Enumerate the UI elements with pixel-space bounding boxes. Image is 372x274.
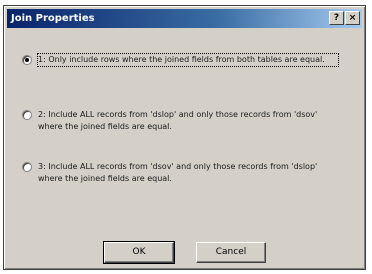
ok-button[interactable]: OK — [103, 241, 175, 264]
title-bar[interactable]: Join Properties ? × — [7, 9, 362, 28]
join-option-2[interactable]: 2: Include ALL records from 'dslop' and … — [22, 109, 352, 133]
cancel-button[interactable]: Cancel — [196, 242, 266, 263]
join-option-2-label[interactable]: 2: Include ALL records from 'dslop' and … — [38, 109, 338, 133]
radio-button-option-1[interactable] — [22, 55, 32, 65]
radio-button-option-3[interactable] — [22, 162, 32, 172]
radio-button-option-2[interactable] — [22, 110, 32, 120]
join-properties-dialog: Join Properties ? × 1: Only include rows… — [3, 5, 366, 270]
help-button[interactable]: ? — [329, 11, 344, 25]
close-button[interactable]: × — [345, 11, 360, 25]
title-bar-buttons: ? × — [329, 11, 360, 25]
join-option-3-label[interactable]: 3: Include ALL records from 'dsov' and o… — [38, 161, 338, 185]
join-option-1[interactable]: 1: Only include rows where the joined fi… — [22, 53, 352, 67]
window-title: Join Properties — [11, 13, 95, 24]
join-option-1-label[interactable]: 1: Only include rows where the joined fi… — [37, 53, 339, 67]
join-option-3[interactable]: 3: Include ALL records from 'dsov' and o… — [22, 161, 352, 185]
